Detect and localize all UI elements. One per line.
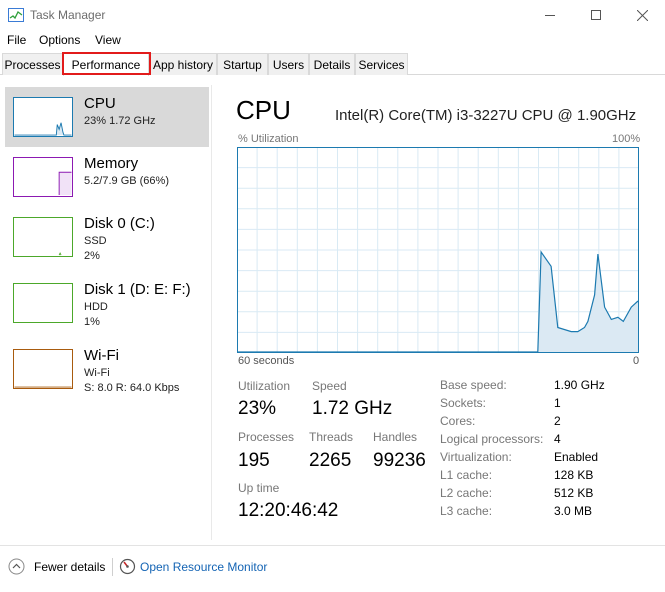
sidebar-item-disk1[interactable]: Disk 1 (D: E: F:) HDD 1% xyxy=(5,273,209,333)
window-title: Task Manager xyxy=(30,8,106,22)
l3-cache-key: L3 cache: xyxy=(440,504,493,518)
l3-cache-value: 3.0 MB xyxy=(554,504,593,518)
handles-value: 99236 xyxy=(373,450,426,471)
virtualization-key: Virtualization: xyxy=(440,450,512,464)
sockets-value: 1 xyxy=(554,396,561,410)
wifi-thumbnail-graph xyxy=(13,349,73,389)
graph-y-label: % Utilization xyxy=(238,133,299,145)
open-resource-monitor-link[interactable]: Open Resource Monitor xyxy=(140,560,267,574)
sidebar-memory-name: Memory xyxy=(84,155,139,172)
uptime-value: 12:20:46:42 xyxy=(238,500,339,521)
tab-app-history[interactable]: App history xyxy=(149,53,217,75)
sockets-key: Sockets: xyxy=(440,396,487,410)
resource-monitor-icon[interactable] xyxy=(119,558,136,575)
sidebar-item-memory[interactable]: Memory 5.2/7.9 GB (66%) xyxy=(5,147,209,207)
virtualization-value: Enabled xyxy=(554,450,599,464)
menu-options[interactable]: Options xyxy=(39,33,80,47)
speed-label: Speed xyxy=(312,379,347,393)
sidebar-disk1-name: Disk 1 (D: E: F:) xyxy=(84,281,191,298)
maximize-button[interactable] xyxy=(573,0,619,30)
memory-thumbnail-graph xyxy=(13,157,73,197)
tab-startup[interactable]: Startup xyxy=(217,53,268,75)
tab-details[interactable]: Details xyxy=(309,53,355,75)
sidebar-wifi-name: Wi-Fi xyxy=(84,347,119,364)
l2-cache-key: L2 cache: xyxy=(440,486,493,500)
minimize-icon xyxy=(545,15,555,16)
fewer-details-chevron-up-icon[interactable] xyxy=(8,558,25,575)
disk0-thumbnail-graph xyxy=(13,217,73,257)
threads-label: Threads xyxy=(309,430,354,444)
sidebar-item-disk0[interactable]: Disk 0 (C:) SSD 2% xyxy=(5,207,209,267)
graph-y-max: 100% xyxy=(612,133,641,145)
tab-performance[interactable]: Performance xyxy=(63,53,149,76)
processes-label: Processes xyxy=(238,430,295,444)
tab-processes[interactable]: Processes xyxy=(2,53,63,75)
base-speed-value: 1.90 GHz xyxy=(554,378,605,392)
fewer-details-button[interactable]: Fewer details xyxy=(34,560,105,574)
minimize-button[interactable] xyxy=(527,0,573,30)
speed-value: 1.72 GHz xyxy=(312,398,393,419)
graph-y-min: 0 xyxy=(633,355,640,367)
tab-bar: Processes Performance App history Startu… xyxy=(0,53,665,76)
footer-separator xyxy=(112,558,113,576)
sidebar-disk0-usage: 2% xyxy=(84,250,100,262)
l2-cache-value: 512 KB xyxy=(554,486,594,500)
title-bar: Task Manager xyxy=(0,0,665,30)
menu-view[interactable]: View xyxy=(95,33,121,47)
processes-value: 195 xyxy=(238,450,270,471)
handles-label: Handles xyxy=(373,430,418,444)
sidebar-memory-detail: 5.2/7.9 GB (66%) xyxy=(84,175,169,187)
graph-x-label: 60 seconds xyxy=(238,355,295,367)
menu-file[interactable]: File xyxy=(7,33,26,47)
sidebar-item-wifi[interactable]: Wi-Fi Wi-Fi S: 8.0 R: 64.0 Kbps xyxy=(5,339,209,399)
sidebar-cpu-name: CPU xyxy=(84,95,116,112)
sidebar-disk0-type: SSD xyxy=(84,235,107,247)
sidebar-item-cpu[interactable]: CPU 23% 1.72 GHz xyxy=(5,87,209,147)
sidebar-wifi-adapter: Wi-Fi xyxy=(84,367,110,379)
sidebar-disk1-usage: 1% xyxy=(84,316,100,328)
cores-key: Cores: xyxy=(440,414,476,428)
page-title: CPU xyxy=(236,95,291,125)
disk1-thumbnail-graph xyxy=(13,283,73,323)
tab-services[interactable]: Services xyxy=(355,53,408,75)
tab-users[interactable]: Users xyxy=(268,53,309,75)
close-icon xyxy=(636,9,648,21)
resource-sidebar: CPU 23% 1.72 GHz Memory 5.2/7.9 GB (66%)… xyxy=(0,85,210,545)
logical-processors-value: 4 xyxy=(554,432,561,446)
l1-cache-key: L1 cache: xyxy=(440,468,493,482)
sidebar-wifi-throughput: S: 8.0 R: 64.0 Kbps xyxy=(84,382,180,394)
utilization-label: Utilization xyxy=(238,379,291,393)
sidebar-cpu-detail: 23% 1.72 GHz xyxy=(84,115,156,127)
task-manager-icon xyxy=(8,8,24,22)
close-button[interactable] xyxy=(619,0,665,30)
cpu-thumbnail-graph xyxy=(13,97,73,137)
cpu-model-name: Intel(R) Core(TM) i3-3227U CPU @ 1.90GHz xyxy=(335,107,637,124)
sidebar-disk0-name: Disk 0 (C:) xyxy=(84,215,155,232)
cpu-utilization-graph xyxy=(237,147,639,353)
sidebar-divider xyxy=(211,85,212,540)
uptime-label: Up time xyxy=(238,481,280,495)
utilization-value: 23% xyxy=(238,398,277,419)
cores-value: 2 xyxy=(554,414,561,428)
maximize-icon xyxy=(591,10,601,20)
l1-cache-value: 128 KB xyxy=(554,468,594,482)
sidebar-disk1-type: HDD xyxy=(84,301,108,313)
logical-processors-key: Logical processors: xyxy=(440,432,544,446)
base-speed-key: Base speed: xyxy=(440,378,507,392)
menu-bar: File Options View xyxy=(0,30,665,50)
threads-value: 2265 xyxy=(309,450,352,471)
footer-divider xyxy=(0,545,665,546)
